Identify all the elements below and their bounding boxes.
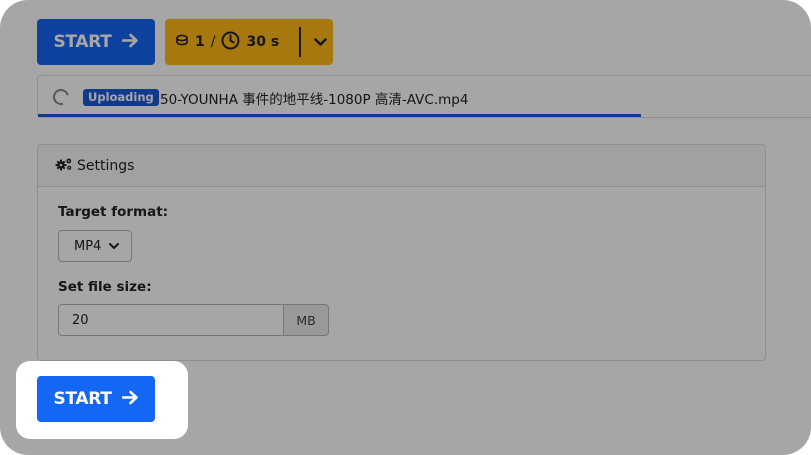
page: START 1 / 30 s Uploading 50-YOUNHA 事件的地平…	[0, 0, 811, 455]
gears-icon	[55, 157, 73, 175]
target-format-value: MP4	[74, 238, 102, 254]
file-name: 50-YOUNHA 事件的地平线-1080P 高清-AVC.mp4	[160, 92, 469, 108]
credits-divider	[299, 27, 301, 57]
file-size-label: Set file size:	[58, 279, 152, 295]
chevron-down-icon[interactable]	[307, 19, 333, 65]
app-frame: START 1 / 30 s Uploading 50-YOUNHA 事件的地平…	[0, 0, 811, 455]
settings-card: Settings Target format: MP4 Set file siz…	[37, 144, 766, 361]
start-button-label: START	[53, 389, 112, 409]
clock-icon	[221, 31, 240, 54]
start-button-label: START	[53, 32, 112, 52]
file-size-input[interactable]: 20	[58, 304, 284, 336]
settings-header: Settings	[38, 145, 765, 187]
settings-title: Settings	[77, 157, 135, 174]
credits-button[interactable]: 1 / 30 s	[165, 19, 333, 65]
file-size-unit: MB	[283, 304, 329, 336]
upload-progress	[38, 114, 811, 117]
arrow-right-icon	[121, 33, 139, 52]
target-format-label: Target format:	[58, 204, 169, 220]
credits-duration: 30 s	[246, 34, 280, 50]
upload-progress-fill	[38, 114, 641, 117]
start-button[interactable]: START	[37, 376, 155, 422]
credits-count: 1	[195, 34, 205, 50]
file-size-value: 20	[72, 312, 89, 328]
chevron-down-icon	[109, 239, 120, 254]
target-format-select[interactable]: MP4	[58, 230, 132, 262]
spinner-icon	[50, 86, 72, 108]
arrow-right-icon	[121, 390, 139, 409]
upload-item: Uploading 50-YOUNHA 事件的地平线-1080P 高清-AVC.…	[37, 75, 811, 118]
coin-icon	[175, 33, 189, 51]
start-button-top[interactable]: START	[37, 19, 155, 65]
credits-separator: /	[210, 34, 216, 50]
status-badge: Uploading	[83, 89, 159, 106]
